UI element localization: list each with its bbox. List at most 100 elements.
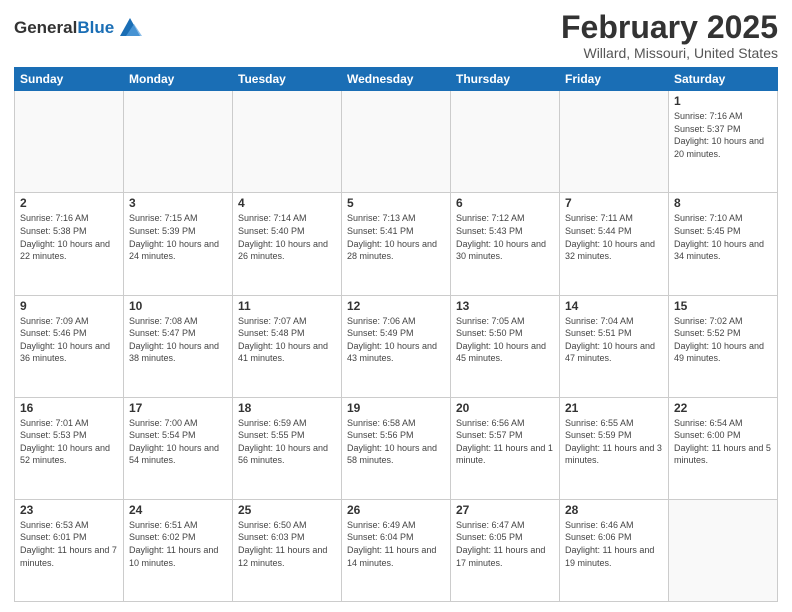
- day-number: 27: [456, 503, 554, 517]
- week-row-1: 2 Sunrise: 7:16 AMSunset: 5:38 PMDaylight…: [15, 193, 778, 295]
- day-info: Sunrise: 7:07 AMSunset: 5:48 PMDaylight:…: [238, 315, 336, 365]
- day-info: Sunrise: 6:55 AMSunset: 5:59 PMDaylight:…: [565, 417, 663, 467]
- calendar-cell: [560, 91, 669, 193]
- calendar-cell: 27Sunrise: 6:47 AMSunset: 6:05 PMDayligh…: [451, 499, 560, 601]
- calendar-cell: 10Sunrise: 7:08 AMSunset: 5:47 PMDayligh…: [124, 295, 233, 397]
- calendar-cell: 14 Sunrise: 7:04 AMSunset: 5:51 PMDayligh…: [560, 295, 669, 397]
- day-number: 15: [674, 299, 772, 313]
- week-row-4: 23 Sunrise: 6:53 AMSunset: 6:01 PMDayligh…: [15, 499, 778, 601]
- calendar-cell: 11Sunrise: 7:07 AMSunset: 5:48 PMDayligh…: [233, 295, 342, 397]
- day-info: Sunrise: 7:04 AMSunset: 5:51 PMDaylight:…: [565, 315, 663, 365]
- calendar-cell: 28 Sunrise: 6:46 AMSunset: 6:06 PMDayligh…: [560, 499, 669, 601]
- calendar-cell: 17 Sunrise: 7:00 AMSunset: 5:54 PMDayligh…: [124, 397, 233, 499]
- day-info: Sunrise: 6:56 AMSunset: 5:57 PMDaylight:…: [456, 417, 554, 467]
- day-number: 13: [456, 299, 554, 313]
- weekday-header-monday: Monday: [124, 68, 233, 91]
- day-number: 5: [347, 196, 445, 210]
- day-info: Sunrise: 7:10 AMSunset: 5:45 PMDaylight:…: [674, 212, 772, 262]
- title-block: February 2025 Willard, Missouri, United …: [561, 10, 778, 61]
- calendar-cell: 6 Sunrise: 7:12 AMSunset: 5:43 PMDaylight…: [451, 193, 560, 295]
- week-row-2: 9 Sunrise: 7:09 AMSunset: 5:46 PMDaylight…: [15, 295, 778, 397]
- day-info: Sunrise: 6:50 AMSunset: 6:03 PMDaylight:…: [238, 519, 336, 569]
- calendar-cell: 19 Sunrise: 6:58 AMSunset: 5:56 PMDayligh…: [342, 397, 451, 499]
- day-info: Sunrise: 7:06 AMSunset: 5:49 PMDaylight:…: [347, 315, 445, 365]
- day-info: Sunrise: 7:16 AMSunset: 5:37 PMDaylight:…: [674, 110, 772, 160]
- day-number: 3: [129, 196, 227, 210]
- calendar-cell: 18 Sunrise: 6:59 AMSunset: 5:55 PMDayligh…: [233, 397, 342, 499]
- calendar-cell: 4 Sunrise: 7:14 AMSunset: 5:40 PMDaylight…: [233, 193, 342, 295]
- calendar-cell: 3 Sunrise: 7:15 AMSunset: 5:39 PMDaylight…: [124, 193, 233, 295]
- day-number: 8: [674, 196, 772, 210]
- day-info: Sunrise: 7:16 AMSunset: 5:38 PMDaylight:…: [20, 212, 118, 262]
- weekday-header-saturday: Saturday: [669, 68, 778, 91]
- day-number: 23: [20, 503, 118, 517]
- day-info: Sunrise: 7:02 AMSunset: 5:52 PMDaylight:…: [674, 315, 772, 365]
- day-number: 26: [347, 503, 445, 517]
- weekday-header-tuesday: Tuesday: [233, 68, 342, 91]
- logo-text: GeneralBlue: [14, 18, 114, 38]
- calendar-cell: 1Sunrise: 7:16 AMSunset: 5:37 PMDaylight…: [669, 91, 778, 193]
- calendar-cell: 22 Sunrise: 6:54 AMSunset: 6:00 PMDayligh…: [669, 397, 778, 499]
- week-row-0: 1Sunrise: 7:16 AMSunset: 5:37 PMDaylight…: [15, 91, 778, 193]
- day-info: Sunrise: 7:13 AMSunset: 5:41 PMDaylight:…: [347, 212, 445, 262]
- calendar-title: February 2025: [561, 10, 778, 45]
- day-number: 20: [456, 401, 554, 415]
- day-info: Sunrise: 7:15 AMSunset: 5:39 PMDaylight:…: [129, 212, 227, 262]
- day-number: 22: [674, 401, 772, 415]
- calendar-cell: [669, 499, 778, 601]
- day-info: Sunrise: 7:08 AMSunset: 5:47 PMDaylight:…: [129, 315, 227, 365]
- week-row-3: 16 Sunrise: 7:01 AMSunset: 5:53 PMDayligh…: [15, 397, 778, 499]
- calendar-cell: 5 Sunrise: 7:13 AMSunset: 5:41 PMDaylight…: [342, 193, 451, 295]
- day-info: Sunrise: 6:59 AMSunset: 5:55 PMDaylight:…: [238, 417, 336, 467]
- calendar-cell: 7 Sunrise: 7:11 AMSunset: 5:44 PMDaylight…: [560, 193, 669, 295]
- logo-blue: Blue: [77, 18, 114, 37]
- day-info: Sunrise: 6:54 AMSunset: 6:00 PMDaylight:…: [674, 417, 772, 467]
- calendar-cell: 15 Sunrise: 7:02 AMSunset: 5:52 PMDayligh…: [669, 295, 778, 397]
- weekday-header-wednesday: Wednesday: [342, 68, 451, 91]
- day-info: Sunrise: 6:53 AMSunset: 6:01 PMDaylight:…: [20, 519, 118, 569]
- day-number: 2: [20, 196, 118, 210]
- calendar-cell: [124, 91, 233, 193]
- day-info: Sunrise: 6:51 AMSunset: 6:02 PMDaylight:…: [129, 519, 227, 569]
- day-info: Sunrise: 6:46 AMSunset: 6:06 PMDaylight:…: [565, 519, 663, 569]
- header: GeneralBlue February 2025 Willard, Misso…: [14, 10, 778, 61]
- day-info: Sunrise: 7:14 AMSunset: 5:40 PMDaylight:…: [238, 212, 336, 262]
- logo-general: General: [14, 18, 77, 37]
- day-number: 6: [456, 196, 554, 210]
- day-number: 14: [565, 299, 663, 313]
- day-info: Sunrise: 6:58 AMSunset: 5:56 PMDaylight:…: [347, 417, 445, 467]
- weekday-header-friday: Friday: [560, 68, 669, 91]
- day-number: 25: [238, 503, 336, 517]
- calendar-cell: [233, 91, 342, 193]
- day-number: 21: [565, 401, 663, 415]
- day-info: Sunrise: 7:09 AMSunset: 5:46 PMDaylight:…: [20, 315, 118, 365]
- day-number: 19: [347, 401, 445, 415]
- calendar-cell: 24 Sunrise: 6:51 AMSunset: 6:02 PMDayligh…: [124, 499, 233, 601]
- calendar-page: GeneralBlue February 2025 Willard, Misso…: [0, 0, 792, 612]
- calendar-cell: 8 Sunrise: 7:10 AMSunset: 5:45 PMDaylight…: [669, 193, 778, 295]
- calendar-cell: 16 Sunrise: 7:01 AMSunset: 5:53 PMDayligh…: [15, 397, 124, 499]
- day-info: Sunrise: 7:12 AMSunset: 5:43 PMDaylight:…: [456, 212, 554, 262]
- calendar-cell: 13 Sunrise: 7:05 AMSunset: 5:50 PMDayligh…: [451, 295, 560, 397]
- day-number: 7: [565, 196, 663, 210]
- day-number: 9: [20, 299, 118, 313]
- calendar-cell: [451, 91, 560, 193]
- day-info: Sunrise: 7:05 AMSunset: 5:50 PMDaylight:…: [456, 315, 554, 365]
- day-number: 12: [347, 299, 445, 313]
- logo: GeneralBlue: [14, 14, 144, 42]
- logo-icon: [116, 14, 144, 42]
- day-number: 4: [238, 196, 336, 210]
- day-number: 18: [238, 401, 336, 415]
- day-info: Sunrise: 7:11 AMSunset: 5:44 PMDaylight:…: [565, 212, 663, 262]
- calendar-cell: [342, 91, 451, 193]
- day-info: Sunrise: 7:00 AMSunset: 5:54 PMDaylight:…: [129, 417, 227, 467]
- day-number: 28: [565, 503, 663, 517]
- day-number: 17: [129, 401, 227, 415]
- calendar-cell: 23 Sunrise: 6:53 AMSunset: 6:01 PMDayligh…: [15, 499, 124, 601]
- calendar-subtitle: Willard, Missouri, United States: [561, 45, 778, 61]
- day-info: Sunrise: 7:01 AMSunset: 5:53 PMDaylight:…: [20, 417, 118, 467]
- day-number: 16: [20, 401, 118, 415]
- weekday-header-row: SundayMondayTuesdayWednesdayThursdayFrid…: [15, 68, 778, 91]
- day-number: 24: [129, 503, 227, 517]
- calendar-cell: [15, 91, 124, 193]
